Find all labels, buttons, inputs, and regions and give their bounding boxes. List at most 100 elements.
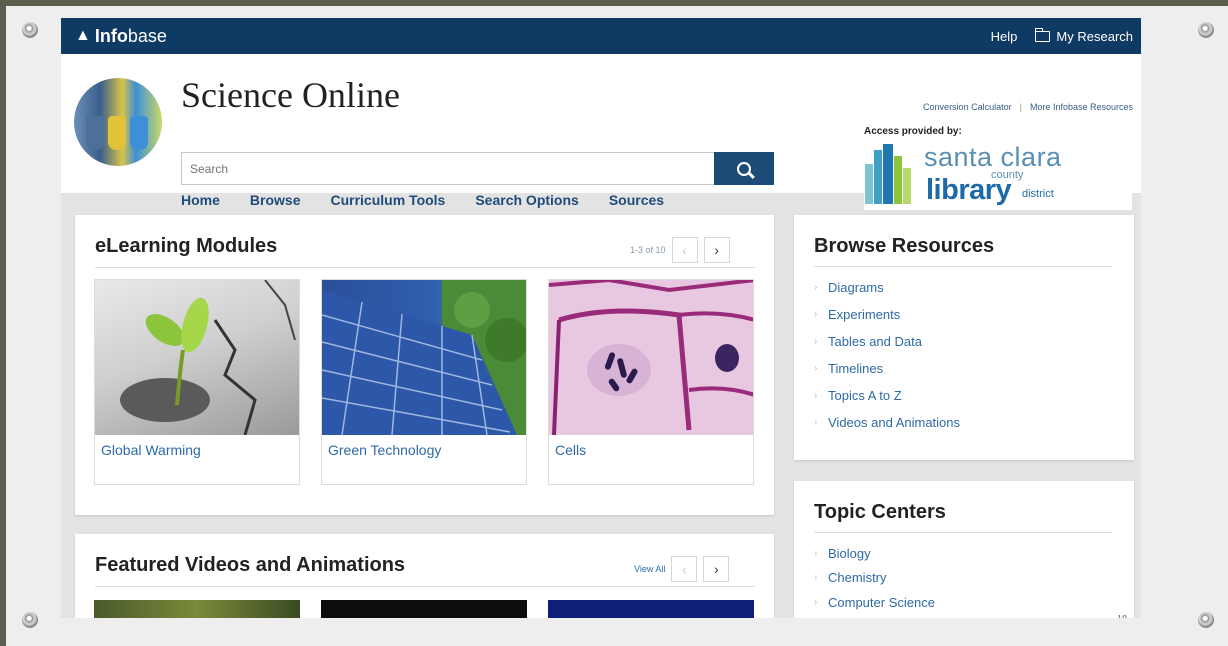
library-name-line4: district [1022, 188, 1054, 200]
resource-link-videos-and-animations[interactable]: › Videos and Animations [814, 409, 960, 436]
library-name-line3: library [926, 174, 1012, 206]
slide-number: 18 [1117, 614, 1127, 618]
top-bar-links: Help My Research [991, 27, 1133, 44]
chevron-left-icon: ‹ [682, 242, 687, 258]
video-thumbnail[interactable] [321, 600, 527, 618]
chevron-right-icon: › [814, 363, 818, 374]
resource-link-topics-a-to-z[interactable]: › Topics A to Z [814, 382, 960, 409]
topic-label: Chemistry [828, 570, 887, 586]
topic-centers-title: Topic Centers [814, 501, 946, 523]
chevron-right-icon: › [814, 282, 818, 293]
resource-link-timelines[interactable]: › Timelines [814, 355, 960, 382]
chevron-right-icon: › [814, 417, 818, 428]
library-logo-bars [865, 144, 917, 204]
module-global-warming[interactable]: Global Warming [94, 279, 300, 485]
screw-icon [22, 612, 38, 628]
chevron-right-icon: › [814, 390, 818, 401]
screw-icon [22, 22, 38, 38]
my-research-label: My Research [1056, 28, 1133, 44]
site-header: Science Online Home Browse Curriculum To… [61, 54, 1141, 210]
module-green-technology[interactable]: Green Technology [321, 279, 527, 485]
chevron-right-icon: › [814, 336, 818, 347]
topic-link-biology[interactable]: › Biology [814, 541, 935, 566]
module-label: Green Technology [328, 442, 442, 458]
topic-link-computer-science[interactable]: › Computer Science [814, 590, 935, 615]
topic-centers-list: › Biology › Chemistry › Computer Science [814, 541, 935, 615]
resource-label: Tables and Data [828, 334, 922, 349]
resource-link-diagrams[interactable]: › Diagrams [814, 274, 960, 301]
infobase-logo[interactable]: ▲ Info base [75, 26, 167, 47]
screw-icon [1198, 22, 1214, 38]
utility-links: Conversion Calculator | More Infobase Re… [923, 102, 1133, 112]
access-provided-label: Access provided by: [864, 126, 962, 137]
elearning-pager: 1-3 of 10 ‹ › [630, 237, 730, 263]
search-box [181, 152, 715, 185]
search-button[interactable] [714, 152, 774, 185]
nav-search-options[interactable]: Search Options [475, 192, 578, 208]
logo-text-light: base [127, 25, 167, 46]
resource-link-tables-and-data[interactable]: › Tables and Data [814, 328, 960, 355]
browse-resources-title: Browse Resources [814, 235, 995, 257]
card-divider [814, 266, 1112, 267]
featured-videos-title: Featured Videos and Animations [95, 554, 406, 576]
logo-text-bold: Info [94, 25, 128, 46]
site-title[interactable]: Science Online [181, 74, 400, 116]
next-button[interactable]: › [703, 556, 730, 582]
frame-top-border [0, 0, 1228, 6]
browse-resources-list: › Diagrams › Experiments › Tables and Data … [814, 274, 960, 436]
topic-label: Computer Science [828, 594, 935, 610]
cell-micrograph-image [549, 280, 753, 435]
solar-panels-image [322, 280, 526, 435]
resource-label: Experiments [828, 307, 901, 322]
chevron-right-icon: › [814, 309, 818, 320]
next-button[interactable]: › [703, 237, 730, 263]
resource-link-experiments[interactable]: › Experiments [814, 301, 960, 328]
screw-icon [1198, 612, 1214, 628]
nav-sources[interactable]: Sources [609, 192, 664, 208]
infobase-logo-icon: ▲ [75, 27, 91, 44]
folder-icon [1034, 27, 1051, 42]
nav-home[interactable]: Home [181, 192, 220, 208]
topic-centers-card: Topic Centers › Biology › Chemistry › Compu… [794, 481, 1134, 618]
main-nav: Home Browse Curriculum Tools Search Opti… [181, 192, 664, 208]
chevron-right-icon: › [814, 572, 818, 584]
more-infobase-resources-link[interactable]: More Infobase Resources [1030, 102, 1133, 112]
conversion-calculator-link[interactable]: Conversion Calculator [923, 102, 1012, 112]
resource-label: Videos and Animations [828, 415, 961, 430]
browse-resources-card: Browse Resources › Diagrams › Experiments … [794, 215, 1134, 460]
frame-left-border [0, 0, 6, 646]
prev-button[interactable]: ‹ [671, 556, 698, 582]
video-thumbnail[interactable] [548, 600, 754, 618]
elearning-modules-card: eLearning Modules 1-3 of 10 ‹ › Global W… [75, 215, 774, 515]
pager-count: 1-3 of 10 [630, 245, 666, 255]
nav-curriculum-tools[interactable]: Curriculum Tools [330, 192, 445, 208]
topic-label: Biology [828, 545, 871, 561]
search-input[interactable] [182, 153, 714, 184]
featured-videos-card: Featured Videos and Animations View All … [75, 534, 774, 618]
card-divider [95, 267, 755, 268]
resource-label: Topics A to Z [828, 388, 902, 403]
science-flasks-image [74, 78, 162, 166]
resource-label: Timelines [828, 361, 884, 376]
topic-link-chemistry[interactable]: › Chemistry [814, 566, 935, 591]
card-divider [95, 586, 755, 587]
module-label: Global Warming [101, 442, 201, 458]
search-icon [737, 161, 751, 176]
seedling-image [95, 280, 299, 435]
top-bar: ▲ Info base Help My Research [61, 18, 1141, 54]
prev-button[interactable]: ‹ [671, 237, 698, 263]
featured-pager: View All ‹ › [634, 556, 730, 582]
link-separator: | [1019, 102, 1022, 112]
help-link[interactable]: Help [991, 29, 1018, 44]
chevron-right-icon: › [714, 242, 719, 258]
view-all-link[interactable]: View All [634, 564, 665, 574]
chevron-right-icon: › [714, 561, 719, 577]
library-logo[interactable]: santa clara county library district [864, 140, 1132, 210]
chevron-left-icon: ‹ [682, 561, 687, 577]
my-research-link[interactable]: My Research [1034, 27, 1133, 44]
chevron-right-icon: › [814, 596, 818, 608]
video-thumbnail[interactable] [94, 600, 300, 618]
nav-browse[interactable]: Browse [250, 192, 301, 208]
module-cells[interactable]: Cells [548, 279, 754, 485]
browser-screen: ▲ Info base Help My Research Science Onli… [61, 18, 1141, 618]
